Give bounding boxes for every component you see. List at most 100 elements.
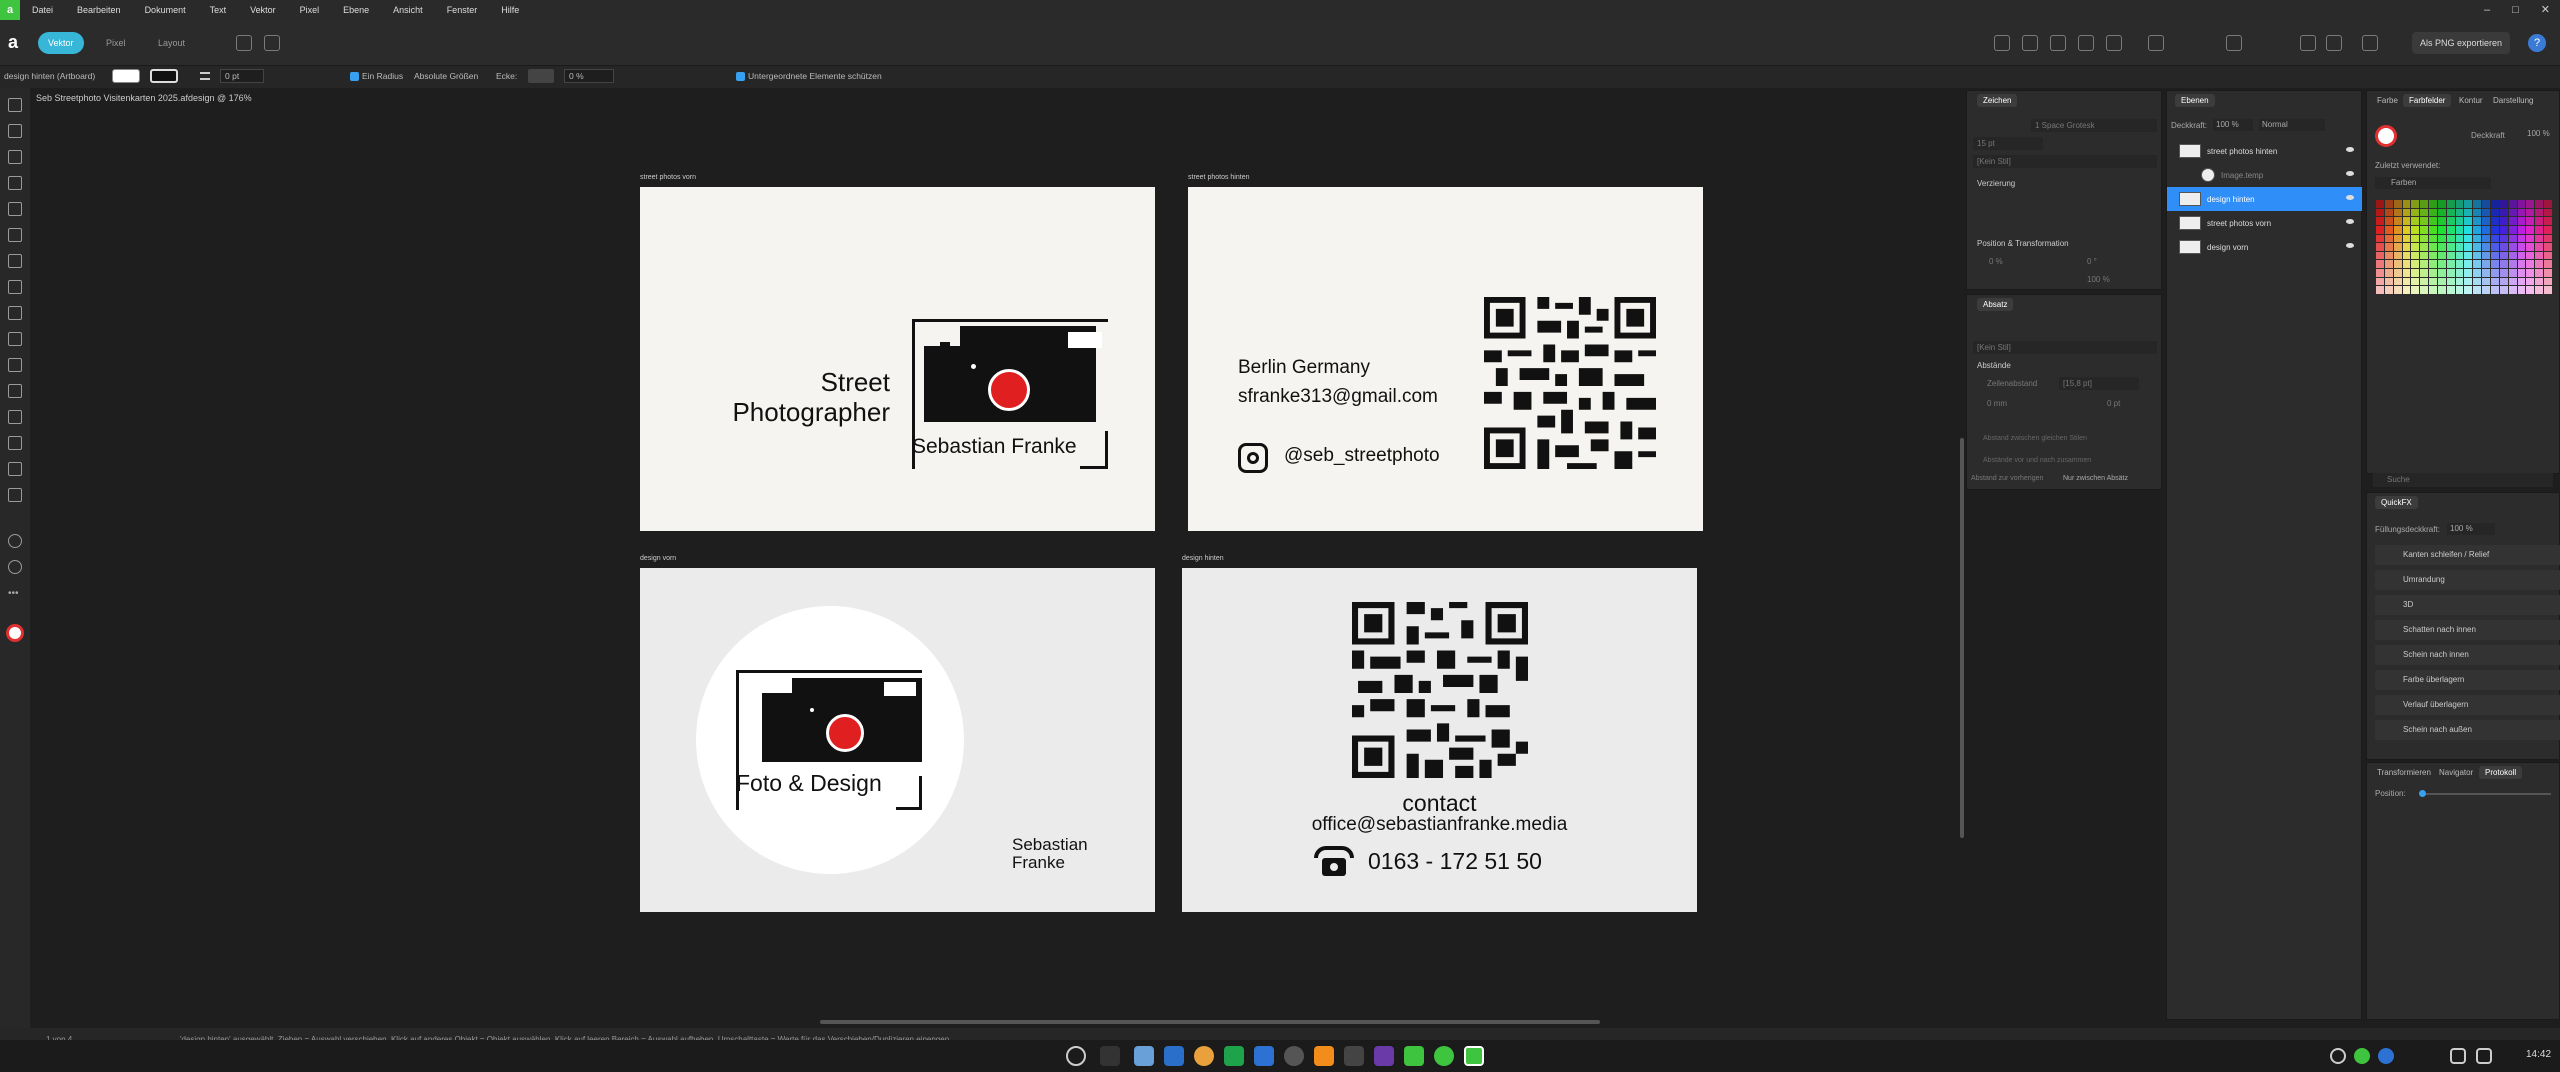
font-size-field[interactable]: 15 pt <box>1973 137 2043 150</box>
calc-icon[interactable] <box>1224 1046 1244 1066</box>
menu-hilfe[interactable]: Hilfe <box>489 5 531 15</box>
color-swatch[interactable] <box>2455 234 2464 243</box>
blend-mode-dropdown[interactable]: Normal <box>2259 119 2325 131</box>
video-icon[interactable] <box>1374 1046 1394 1066</box>
color-swatch[interactable] <box>2464 286 2473 294</box>
color-swatch[interactable] <box>2517 260 2526 269</box>
color-swatch[interactable] <box>2437 251 2446 260</box>
align-icon[interactable] <box>2022 35 2038 51</box>
color-swatch[interactable] <box>2429 243 2437 251</box>
flip-icon[interactable] <box>2078 35 2094 51</box>
move-tool-icon[interactable] <box>8 98 22 112</box>
crop-tool-icon[interactable] <box>8 384 22 398</box>
color-swatch[interactable] <box>2544 277 2552 286</box>
volume-icon[interactable] <box>2476 1048 2492 1064</box>
boolean-icon[interactable] <box>236 35 252 51</box>
tab-absatz[interactable]: Absatz <box>1977 298 2014 311</box>
color-swatch[interactable] <box>2473 234 2482 243</box>
apply-dropdown[interactable]: Nur zwischen Absätz <box>2063 475 2128 482</box>
visibility-eye-icon[interactable] <box>2346 147 2354 152</box>
tab-navigator[interactable]: Navigator <box>2433 766 2479 779</box>
grid-icon[interactable] <box>264 35 280 51</box>
color-swatch[interactable] <box>2491 208 2499 217</box>
color-swatch[interactable] <box>2508 225 2517 234</box>
color-swatch[interactable] <box>2455 200 2464 208</box>
artboard-label-front-design[interactable]: design vorn <box>640 555 676 562</box>
section-abstaende[interactable]: Abstände <box>1977 361 2011 370</box>
color-swatch[interactable] <box>2411 225 2420 234</box>
color-swatch[interactable] <box>2393 243 2402 251</box>
transparency-tool-icon[interactable] <box>8 436 22 450</box>
brush-tool-icon[interactable] <box>8 488 22 502</box>
color-swatch[interactable] <box>2499 243 2508 251</box>
artboard-street-photos-vorn[interactable]: Street Photographer Sebastian Franke <box>640 187 1155 531</box>
arrange-icon[interactable] <box>1994 35 2010 51</box>
color-swatch[interactable] <box>2393 269 2402 277</box>
color-swatch[interactable] <box>2491 286 2499 294</box>
color-swatch[interactable] <box>2482 277 2491 286</box>
color-swatch[interactable] <box>2482 260 2491 269</box>
color-swatch[interactable] <box>2491 243 2499 251</box>
color-swatch[interactable] <box>2384 225 2393 234</box>
color-swatch[interactable] <box>2508 208 2517 217</box>
color-swatch[interactable] <box>2402 243 2411 251</box>
color-swatch[interactable] <box>2411 269 2420 277</box>
color-swatch[interactable] <box>2376 234 2384 243</box>
color-swatch[interactable] <box>2437 200 2446 208</box>
color-swatch[interactable] <box>2464 277 2473 286</box>
color-swatch[interactable] <box>2544 200 2552 208</box>
color-swatch[interactable] <box>2393 200 2402 208</box>
color-swatch[interactable] <box>2384 277 2393 286</box>
color-swatch[interactable] <box>2499 269 2508 277</box>
color-swatch[interactable] <box>2473 243 2482 251</box>
whatsapp-icon[interactable] <box>1434 1046 1454 1066</box>
tracking-field[interactable]: 0 % <box>1989 257 2003 266</box>
color-swatch[interactable] <box>2437 260 2446 269</box>
color-swatch[interactable] <box>2429 225 2437 234</box>
color-swatch[interactable] <box>2482 286 2491 294</box>
color-swatch[interactable] <box>2393 208 2402 217</box>
tab-farbfelder[interactable]: Farbfelder <box>2403 94 2452 107</box>
canvas[interactable]: street photos vorn Street Photographer S… <box>30 108 1964 1024</box>
insert-inside-icon[interactable] <box>2326 35 2342 51</box>
chrome-icon[interactable] <box>1194 1046 1214 1066</box>
color-swatch[interactable] <box>2411 251 2420 260</box>
color-swatch[interactable] <box>2420 217 2429 225</box>
affinity-active-icon[interactable] <box>1464 1046 1484 1066</box>
menu-vektor[interactable]: Vektor <box>238 5 288 15</box>
color-swatch[interactable] <box>2517 286 2526 294</box>
color-swatch[interactable] <box>2446 200 2455 208</box>
color-swatch[interactable] <box>2508 217 2517 225</box>
color-swatch[interactable] <box>2499 225 2508 234</box>
menu-dokument[interactable]: Dokument <box>133 5 198 15</box>
color-swatch[interactable] <box>2508 286 2517 294</box>
color-swatch[interactable] <box>2446 234 2455 243</box>
color-swatch[interactable] <box>2499 286 2508 294</box>
artboard-label-front-photo[interactable]: street photos vorn <box>640 174 696 181</box>
color-swatch[interactable] <box>2473 251 2482 260</box>
menu-text[interactable]: Text <box>198 5 239 15</box>
character-style-field[interactable]: [Kein Stil] <box>1973 155 2157 168</box>
color-swatch[interactable] <box>2446 208 2455 217</box>
color-swatch[interactable] <box>2544 286 2552 294</box>
color-swatch[interactable] <box>2473 260 2482 269</box>
color-swatch[interactable] <box>2464 269 2473 277</box>
space-before-field[interactable]: 0 pt <box>2107 399 2120 408</box>
visibility-eye-icon[interactable] <box>2346 195 2354 200</box>
color-swatch[interactable] <box>2402 260 2411 269</box>
color-swatch[interactable] <box>2526 225 2535 234</box>
leading-field[interactable]: [15,8 pt] <box>2059 377 2139 390</box>
color-swatch[interactable] <box>2446 251 2455 260</box>
color-swatch[interactable] <box>2526 208 2535 217</box>
artboard-label-back-design[interactable]: design hinten <box>1182 555 1224 562</box>
menu-ebene[interactable]: Ebene <box>331 5 381 15</box>
visibility-eye-icon[interactable] <box>2346 243 2354 248</box>
color-swatch[interactable] <box>2544 217 2552 225</box>
rotate-icon[interactable] <box>2106 35 2122 51</box>
color-swatch[interactable] <box>2420 286 2429 294</box>
color-swatch[interactable] <box>2517 225 2526 234</box>
color-swatch[interactable] <box>2535 251 2544 260</box>
node-tool-icon[interactable] <box>8 150 22 164</box>
color-swatch[interactable] <box>2491 200 2499 208</box>
persona-layout-button[interactable]: Layout <box>148 32 195 54</box>
